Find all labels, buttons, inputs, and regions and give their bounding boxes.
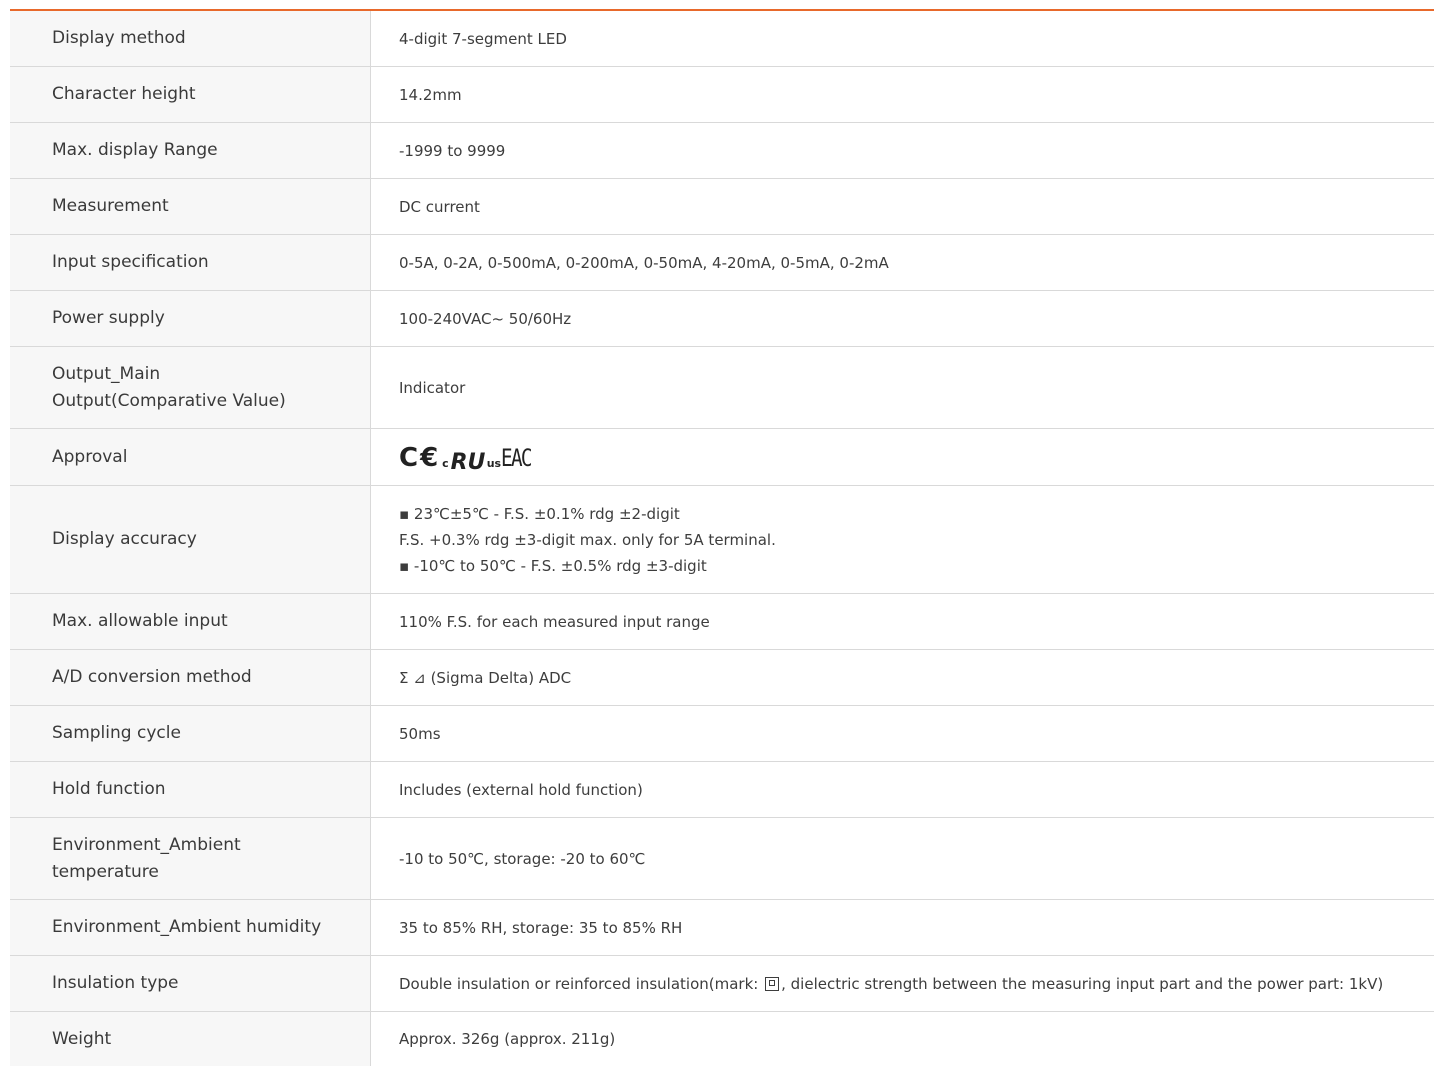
- table-row: Character height 14.2mm: [10, 67, 1434, 123]
- table-row: Environment_Ambient temperature -10 to 5…: [10, 818, 1434, 900]
- label-text: Measurement: [52, 196, 169, 216]
- ul-logo-icon: RU: [450, 450, 485, 472]
- table-row: Display accuracy ▪ 23℃±5℃ - F.S. ±0.1% r…: [10, 486, 1434, 594]
- spec-value: DC current: [371, 179, 1434, 234]
- value-text: ▪ 23℃±5℃ - F.S. ±0.1% rdg ±2-digit F.S. …: [399, 504, 776, 575]
- value-text: 14.2mm: [399, 85, 462, 104]
- label-text: Hold function: [52, 779, 166, 799]
- value-text: 4-digit 7-segment LED: [399, 29, 567, 48]
- table-row: Environment_Ambient humidity 35 to 85% R…: [10, 900, 1434, 956]
- spec-value: 100-240VAC~ 50/60Hz: [371, 291, 1434, 346]
- table-row: Input specification 0-5A, 0-2A, 0-500mA,…: [10, 235, 1434, 291]
- spec-value: Includes (external hold function): [371, 762, 1434, 817]
- value-text: Σ ⊿ (Sigma Delta) ADC: [399, 668, 572, 687]
- label-text: Character height: [52, 84, 196, 104]
- spec-value: ▪ 23℃±5℃ - F.S. ±0.1% rdg ±2-digit F.S. …: [371, 486, 1434, 593]
- spec-value: 50ms: [371, 706, 1434, 761]
- value-text: 100-240VAC~ 50/60Hz: [399, 309, 572, 328]
- eac-mark-icon: EAC: [501, 444, 533, 472]
- spec-label: Environment_Ambient temperature: [10, 818, 371, 899]
- label-text: Display accuracy: [52, 529, 197, 549]
- table-row: Display method 4-digit 7-segment LED: [10, 11, 1434, 67]
- spec-label: Output_Main Output(Comparative Value): [10, 347, 371, 428]
- value-text: 110% F.S. for each measured input range: [399, 612, 710, 631]
- spec-label: Display method: [10, 11, 371, 66]
- spec-value: -10 to 50℃, storage: -20 to 60℃: [371, 818, 1434, 899]
- table-row: Approval C€ c RU us EAC: [10, 429, 1434, 486]
- value-text: 35 to 85% RH, storage: 35 to 85% RH: [399, 918, 683, 937]
- spec-value: Σ ⊿ (Sigma Delta) ADC: [371, 650, 1434, 705]
- spec-label: Environment_Ambient humidity: [10, 900, 371, 955]
- spec-label: Approval: [10, 429, 371, 485]
- table-row: Power supply 100-240VAC~ 50/60Hz: [10, 291, 1434, 347]
- table-row: Max. display Range -1999 to 9999: [10, 123, 1434, 179]
- label-text: Max. allowable input: [52, 611, 228, 631]
- label-text: Display method: [52, 28, 186, 48]
- spec-label: Sampling cycle: [10, 706, 371, 761]
- label-text: Approval: [52, 446, 128, 467]
- spec-value: 4-digit 7-segment LED: [371, 11, 1434, 66]
- spec-value: Indicator: [371, 347, 1434, 428]
- value-text: 50ms: [399, 724, 441, 743]
- spec-label: Weight: [10, 1012, 371, 1066]
- spec-label: Display accuracy: [10, 486, 371, 593]
- table-row: Output_Main Output(Comparative Value) In…: [10, 347, 1434, 429]
- label-text: Output_Main Output(Comparative Value): [52, 363, 286, 411]
- spec-label: Max. display Range: [10, 123, 371, 178]
- spec-label: Max. allowable input: [10, 594, 371, 649]
- spec-value: 35 to 85% RH, storage: 35 to 85% RH: [371, 900, 1434, 955]
- spec-value: 0-5A, 0-2A, 0-500mA, 0-200mA, 0-50mA, 4-…: [371, 235, 1434, 290]
- spec-label: Character height: [10, 67, 371, 122]
- table-row: Hold function Includes (external hold fu…: [10, 762, 1434, 818]
- ul-logo-text: RU: [450, 450, 485, 472]
- spec-table: Display method 4-digit 7-segment LED Cha…: [10, 9, 1434, 1066]
- spec-label: Input specification: [10, 235, 371, 290]
- spec-value: 110% F.S. for each measured input range: [371, 594, 1434, 649]
- spec-label: Hold function: [10, 762, 371, 817]
- label-text: Sampling cycle: [52, 723, 181, 743]
- spec-label: A/D conversion method: [10, 650, 371, 705]
- label-text: A/D conversion method: [52, 667, 252, 687]
- ce-mark-icon: C€: [399, 443, 441, 473]
- insulation-text-pre: Double insulation or reinforced insulati…: [399, 974, 764, 993]
- value-text: Approx. 326g (approx. 211g): [399, 1030, 616, 1048]
- spec-value: 14.2mm: [371, 67, 1434, 122]
- label-text: Insulation type: [52, 973, 179, 993]
- label-text: Max. display Range: [52, 140, 218, 160]
- table-row: Sampling cycle 50ms: [10, 706, 1434, 762]
- label-text: Weight: [52, 1028, 112, 1049]
- approval-marks: C€ c RU us EAC: [399, 442, 538, 472]
- spec-label: Power supply: [10, 291, 371, 346]
- spec-value: C€ c RU us EAC: [371, 429, 1434, 485]
- ul-mark-icon: c RU us: [442, 448, 501, 472]
- table-row: Measurement DC current: [10, 179, 1434, 235]
- value-text: 0-5A, 0-2A, 0-500mA, 0-200mA, 0-50mA, 4-…: [399, 253, 889, 272]
- table-row: A/D conversion method Σ ⊿ (Sigma Delta) …: [10, 650, 1434, 706]
- label-text: Environment_Ambient humidity: [52, 917, 322, 937]
- spec-value: Double insulation or reinforced insulati…: [371, 956, 1434, 1011]
- spec-label: Measurement: [10, 179, 371, 234]
- insulation-text-post: , dielectric strength between the measur…: [781, 974, 1384, 993]
- label-text: Input specification: [52, 252, 209, 272]
- table-row: Weight Approx. 326g (approx. 211g): [10, 1012, 1434, 1066]
- value-text: -10 to 50℃, storage: -20 to 60℃: [399, 849, 646, 868]
- value-text: DC current: [399, 197, 480, 216]
- spec-value: Approx. 326g (approx. 211g): [371, 1012, 1434, 1066]
- label-text: Power supply: [52, 308, 165, 328]
- spec-label: Insulation type: [10, 956, 371, 1011]
- table-row: Insulation type Double insulation or rei…: [10, 956, 1434, 1012]
- label-text: Environment_Ambient temperature: [52, 834, 241, 882]
- value-text: -1999 to 9999: [399, 141, 506, 160]
- ul-us-text: us: [486, 457, 502, 470]
- value-text: Includes (external hold function): [399, 780, 643, 799]
- value-text: Indicator: [399, 378, 466, 397]
- table-row: Max. allowable input 110% F.S. for each …: [10, 594, 1434, 650]
- value-text: Double insulation or reinforced insulati…: [399, 971, 1383, 997]
- double-insulation-icon: [765, 976, 780, 991]
- spec-value: -1999 to 9999: [371, 123, 1434, 178]
